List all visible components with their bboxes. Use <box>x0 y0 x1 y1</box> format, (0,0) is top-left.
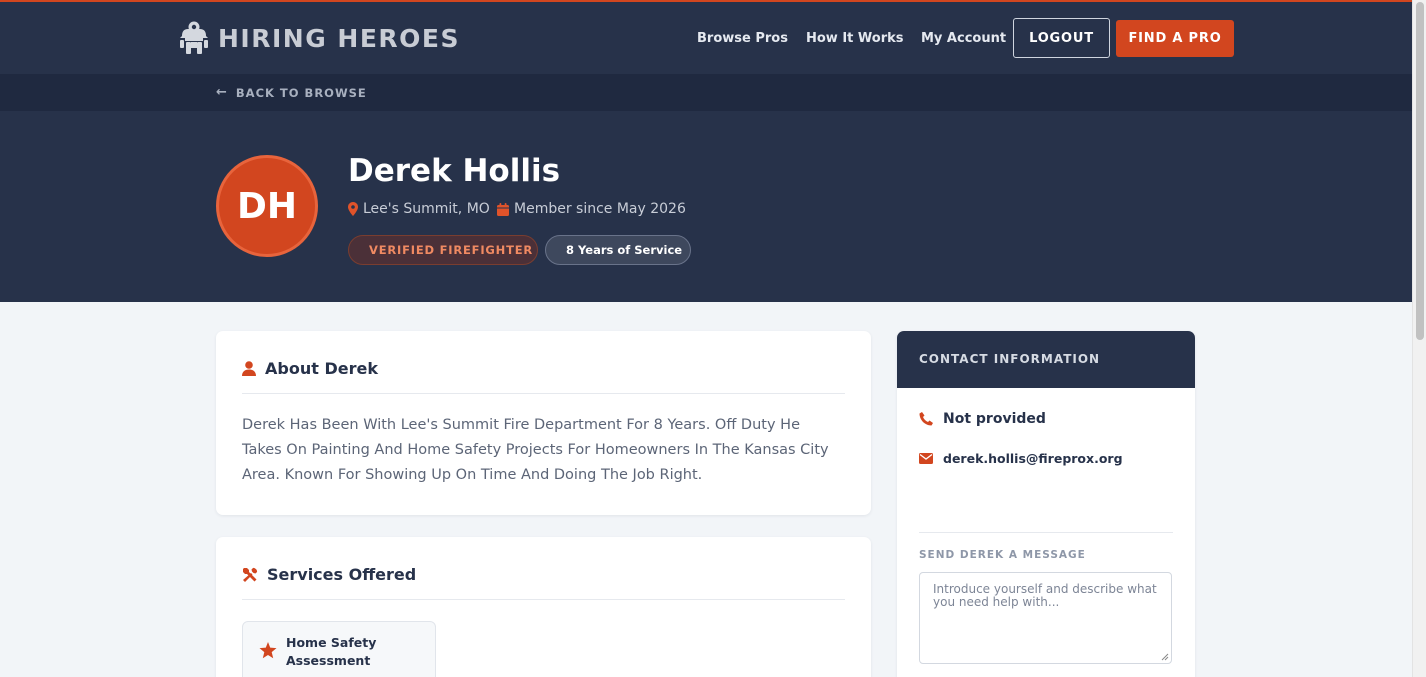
tools-icon <box>243 567 258 582</box>
map-pin-icon <box>348 202 358 216</box>
contact-email-text[interactable]: derek.hollis@fireprox.org <box>943 451 1123 466</box>
top-nav-bar: HIRING HEROES Browse Pros How It Works M… <box>0 2 1412 74</box>
avatar: DH <box>216 155 318 257</box>
envelope-icon <box>919 453 933 464</box>
services-title-text: Services Offered <box>267 565 417 584</box>
services-title: Services Offered <box>242 565 416 584</box>
service-item: Home Safety Assessment <box>242 621 436 677</box>
back-to-browse-link[interactable]: ← BACK TO BROWSE <box>216 85 367 100</box>
location-meta: Lee's Summit, MO <box>348 201 490 217</box>
phone-icon <box>919 412 933 426</box>
page-scrollbar[interactable] <box>1412 0 1426 677</box>
user-icon <box>242 361 256 376</box>
about-card: About Derek Derek Has Been With Lee's Su… <box>216 331 871 515</box>
contact-phone-row: Not provided <box>919 411 1046 427</box>
service-label: Home Safety Assessment <box>286 635 377 668</box>
contact-phone-text: Not provided <box>943 411 1046 427</box>
about-title-text: About Derek <box>265 359 378 378</box>
brand-name: HIRING HEROES <box>218 23 461 53</box>
resize-grip-icon[interactable] <box>1161 653 1169 661</box>
logout-button[interactable]: LOGOUT <box>1013 18 1110 58</box>
back-to-browse-label: BACK TO BROWSE <box>235 85 367 100</box>
nav-browse-pros[interactable]: Browse Pros <box>697 31 788 46</box>
years-of-service-badge: 8 Years of Service <box>545 235 691 265</box>
firefighter-helmet-icon <box>180 21 208 54</box>
arrow-left-icon: ← <box>216 85 228 100</box>
years-badge-label: 8 Years of Service <box>566 243 683 257</box>
star-icon <box>259 642 277 659</box>
member-since-text: Member since May 2026 <box>514 201 686 217</box>
services-divider <box>242 599 845 600</box>
message-label: SEND DEREK A MESSAGE <box>919 549 1086 561</box>
verified-firefighter-badge: VERIFIED FIREFIGHTER <box>348 235 538 265</box>
about-text: Derek Has Been With Lee's Summit Fire De… <box>242 417 829 483</box>
brand-logo[interactable]: HIRING HEROES <box>176 20 460 56</box>
contact-title: CONTACT INFORMATION <box>919 352 1101 366</box>
verified-badge-label: VERIFIED FIREFIGHTER <box>369 243 534 257</box>
profile-name: Derek Hollis <box>348 153 561 189</box>
about-divider <box>242 393 845 394</box>
contact-card: CONTACT INFORMATION Not provided derek.h… <box>897 331 1195 677</box>
contact-divider <box>919 532 1173 533</box>
nav-how-it-works[interactable]: How It Works <box>806 31 904 46</box>
services-card: Services Offered Home Safety Assessment <box>216 537 871 677</box>
page: HIRING HEROES Browse Pros How It Works M… <box>0 0 1412 677</box>
location-text: Lee's Summit, MO <box>363 201 490 217</box>
about-title: About Derek <box>242 359 378 378</box>
find-a-pro-button[interactable]: FIND A PRO <box>1116 20 1234 57</box>
breadcrumb-bar: ← BACK TO BROWSE <box>0 74 1412 111</box>
contact-header: CONTACT INFORMATION <box>897 331 1195 388</box>
calendar-icon <box>497 202 509 216</box>
nav-my-account[interactable]: My Account <box>921 31 1006 46</box>
contact-email-row: derek.hollis@fireprox.org <box>919 451 1123 466</box>
profile-hero: DH Derek Hollis Lee's Summit, MO Member … <box>0 111 1412 302</box>
scrollbar-thumb[interactable] <box>1416 2 1424 340</box>
message-textarea[interactable] <box>919 572 1172 664</box>
member-since-meta: Member since May 2026 <box>497 201 686 217</box>
